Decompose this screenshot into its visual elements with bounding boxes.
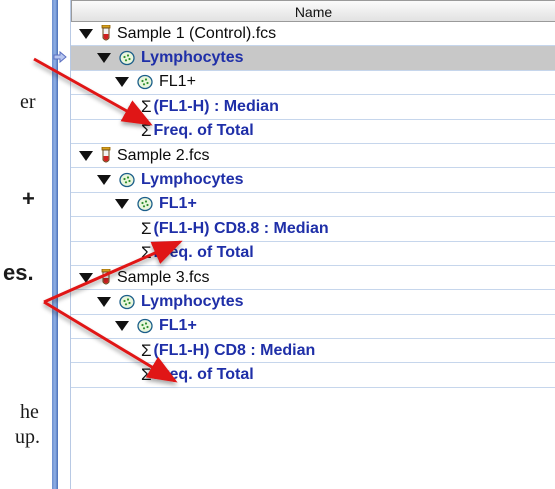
tree-row-gate[interactable]: FL1+ <box>71 71 555 96</box>
sigma-icon: Σ <box>141 340 152 360</box>
tree-row-label: (FL1-H) CD8.8 : Median <box>153 219 329 237</box>
gate-cells-icon <box>137 75 153 90</box>
gate-cells-icon <box>119 294 135 310</box>
gate-cells-icon <box>119 50 135 66</box>
tree-gutter <box>58 0 71 489</box>
triangle-down-icon[interactable] <box>97 53 111 64</box>
gate-cells-icon <box>137 319 153 334</box>
tree-row-sample[interactable]: Sample 3.fcs <box>71 266 555 291</box>
triangle-down-icon[interactable] <box>79 28 93 39</box>
tree-row-label: Lymphocytes <box>141 293 244 310</box>
tree-row-label: FL1+ <box>159 195 197 213</box>
tree-row-label: Freq. of Total <box>153 122 254 140</box>
tree-row-sample[interactable]: Sample 2.fcs <box>71 144 555 169</box>
column-header-name[interactable]: Name <box>71 0 555 22</box>
tree-row-label: (FL1-H) : Median <box>153 97 279 115</box>
test-tube-icon <box>101 25 111 41</box>
tree-row-stat[interactable]: Σ Freq. of Total <box>71 242 555 266</box>
side-text-line-5: up. <box>15 426 40 448</box>
tree-row-gate[interactable]: FL1+ <box>71 315 555 340</box>
side-text-line-3: es. <box>3 260 34 285</box>
side-text-line-1: er <box>20 91 36 113</box>
workspace-window: Name Sample 1 (Control).fcs Lymphocytes FL… <box>52 0 555 489</box>
triangle-down-icon[interactable] <box>79 150 93 161</box>
tree-row-label: FL1+ <box>159 317 197 335</box>
workspace-tree: Name Sample 1 (Control).fcs Lymphocytes FL… <box>53 0 555 388</box>
tree-row-gate[interactable]: Lymphocytes <box>53 46 555 71</box>
page: er + es. he up. Name Sample 1 (Control).… <box>0 0 555 489</box>
sigma-icon: Σ <box>141 365 152 385</box>
tree-row-label: Sample 1 (Control).fcs <box>117 24 277 42</box>
tree-row-label: Freq. of Total <box>153 244 254 262</box>
sigma-icon: Σ <box>141 121 152 141</box>
sigma-icon: Σ <box>141 243 152 263</box>
tree-row-label: Lymphocytes <box>141 171 244 189</box>
tree-row-label: Freq. of Total <box>153 366 254 384</box>
tree-row-stat[interactable]: Σ (FL1-H) CD8.8 : Median <box>71 217 555 242</box>
triangle-down-icon[interactable] <box>115 321 129 332</box>
tree-row-gate[interactable]: FL1+ <box>71 193 555 218</box>
gate-cells-icon <box>137 197 153 212</box>
tree-row-stat[interactable]: Σ (FL1-H) CD8 : Median <box>71 339 555 364</box>
tree-row-stat[interactable]: Σ Freq. of Total <box>71 120 555 144</box>
test-tube-icon <box>101 147 111 163</box>
gate-cells-icon <box>119 172 135 188</box>
triangle-down-icon[interactable] <box>79 272 93 283</box>
tree-row-label: (FL1-H) CD8 : Median <box>153 341 316 359</box>
side-text-line-2: + <box>22 186 35 211</box>
tree-row-stat[interactable]: Σ Freq. of Total <box>71 363 555 388</box>
tree-row-label: Sample 2.fcs <box>117 146 210 164</box>
tree-row-label: Sample 3.fcs <box>117 268 210 286</box>
tree-row-sample[interactable]: Sample 1 (Control).fcs <box>71 22 555 47</box>
tree-row-stat[interactable]: Σ (FL1-H) : Median <box>71 95 555 120</box>
tree-row-gate[interactable]: Lymphocytes <box>71 168 555 193</box>
triangle-down-icon[interactable] <box>115 199 129 210</box>
side-text-line-4: he <box>20 401 39 423</box>
tree-row-gate[interactable]: Lymphocytes <box>71 290 555 315</box>
triangle-down-icon[interactable] <box>115 77 129 88</box>
arrow-marker-icon <box>53 51 67 64</box>
sigma-icon: Σ <box>141 96 152 116</box>
triangle-down-icon[interactable] <box>97 296 111 307</box>
tree-rows: Sample 1 (Control).fcs Lymphocytes FL1+ Σ (F… <box>53 22 555 388</box>
triangle-down-icon[interactable] <box>97 175 111 186</box>
tree-row-label: Lymphocytes <box>141 49 244 67</box>
sigma-icon: Σ <box>141 218 152 238</box>
test-tube-icon <box>101 269 111 285</box>
tree-row-label: FL1+ <box>159 73 196 91</box>
